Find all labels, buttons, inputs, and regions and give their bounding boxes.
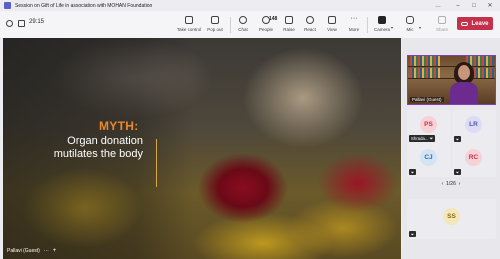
previous-page-icon[interactable]: ‹ (442, 181, 444, 187)
toolbar-divider (230, 17, 231, 33)
toolbar-divider (367, 17, 368, 33)
window-title: Session on Gift of Life in association w… (15, 2, 153, 9)
raise-hand-icon (285, 16, 293, 24)
people-count: 148 (269, 16, 278, 22)
pop-out-label: Pop out (207, 27, 223, 32)
chat-label: Chat (238, 27, 248, 32)
meeting-toolbar: 29:15 Take control Pop out Chat 148 Peop… (0, 11, 500, 39)
participant-tile[interactable]: RC ⏷ (452, 143, 496, 177)
mic-off-icon (406, 16, 414, 24)
bookshelf (410, 56, 440, 66)
bookshelf-line (408, 66, 495, 67)
slide-heading: MYTH: (99, 119, 139, 133)
meeting-timer: 29:15 (29, 19, 45, 25)
avatar: SS (443, 208, 460, 225)
presenter-more-icon[interactable]: ··· (44, 248, 49, 254)
pop-out-button[interactable]: Pop out (204, 14, 226, 36)
mic-off-icon: ⏷ (409, 231, 416, 237)
meeting-info-icon[interactable] (6, 20, 13, 27)
window-more-button[interactable]: … (428, 0, 448, 11)
mic-off-icon: ⏷ (429, 136, 434, 141)
people-label: People (258, 27, 273, 32)
mic-options-chevron-icon[interactable]: ▾ (419, 25, 421, 30)
presenter-tag: Pallavi (Guest) ··· + (7, 248, 56, 254)
people-button[interactable]: 148 People (255, 14, 277, 36)
close-window-button[interactable]: ✕ (480, 0, 500, 11)
slide-divider (156, 139, 157, 187)
mic-off-icon: ⏷ (409, 169, 416, 175)
camera-options-chevron-icon[interactable]: ▾ (391, 25, 393, 30)
title-bar: Session on Gift of Life in association w… (0, 0, 500, 11)
participant-figure (458, 65, 470, 80)
react-button[interactable]: React (299, 14, 321, 36)
participant-name-text: Shrada... (411, 136, 429, 141)
mic-label: Mic (406, 27, 414, 32)
react-icon (306, 16, 314, 24)
mic-off-icon: ⏷ (454, 136, 461, 142)
next-page-icon[interactable]: › (459, 181, 461, 187)
mic-off-icon: ⏷ (454, 169, 461, 175)
raise-hand-button[interactable]: Raise (278, 14, 300, 36)
participant-tile[interactable]: SS ⏷ (407, 199, 496, 239)
take-control-button[interactable]: Take control (176, 14, 202, 36)
more-icon: ··· (350, 15, 358, 22)
participant-video[interactable]: Pallavi (Guest) (407, 55, 496, 105)
bookshelf (410, 68, 440, 78)
phone-hangup-icon (461, 21, 469, 26)
add-icon[interactable]: + (53, 248, 57, 254)
avatar: CJ (420, 149, 437, 166)
leave-label: Leave (471, 20, 489, 27)
more-button[interactable]: ··· More (343, 14, 365, 36)
pop-out-icon (211, 16, 219, 24)
camera-off-icon (378, 16, 386, 24)
leave-button[interactable]: Leave (457, 17, 493, 30)
bookshelf-line (408, 78, 495, 79)
share-label: Share (435, 27, 448, 32)
camera-label: Camera (373, 27, 390, 32)
presenter-name: Pallavi (Guest) (7, 248, 40, 254)
raise-hand-label: Raise (283, 27, 295, 32)
view-icon (328, 16, 336, 24)
page-indicator: 1/26 (446, 181, 456, 187)
chat-icon (239, 16, 247, 24)
react-label: React (304, 27, 316, 32)
share-button[interactable]: Share (431, 14, 453, 36)
teams-logo-icon (4, 2, 11, 9)
take-control-icon (185, 16, 193, 24)
mic-button[interactable]: Mic (399, 14, 421, 36)
timer-icon (18, 20, 25, 27)
slide-text: Organ donation mutilates the body (53, 135, 143, 160)
camera-button[interactable]: Camera (371, 14, 393, 36)
view-button[interactable]: View (321, 14, 343, 36)
participant-name: Shrada... ⏷ (409, 135, 436, 142)
avatar: PS (420, 116, 437, 133)
take-control-label: Take control (176, 27, 202, 32)
participant-name: Pallavi (Guest) (410, 97, 444, 102)
gallery-pager: ‹ 1/26 › (402, 181, 500, 187)
share-icon (438, 16, 446, 24)
participant-tile[interactable]: LR ⏷ (452, 110, 496, 144)
avatar: RC (465, 149, 482, 166)
chat-button[interactable]: Chat (232, 14, 254, 36)
participant-tile[interactable]: PS Shrada... ⏷ (407, 110, 451, 144)
participant-tile[interactable]: CJ ⏷ (407, 143, 451, 177)
shared-screen: MYTH: Organ donation mutilates the body … (3, 38, 401, 259)
participant-figure (450, 82, 478, 104)
view-label: View (327, 27, 337, 32)
avatar: LR (465, 116, 482, 133)
more-label: More (348, 27, 360, 32)
